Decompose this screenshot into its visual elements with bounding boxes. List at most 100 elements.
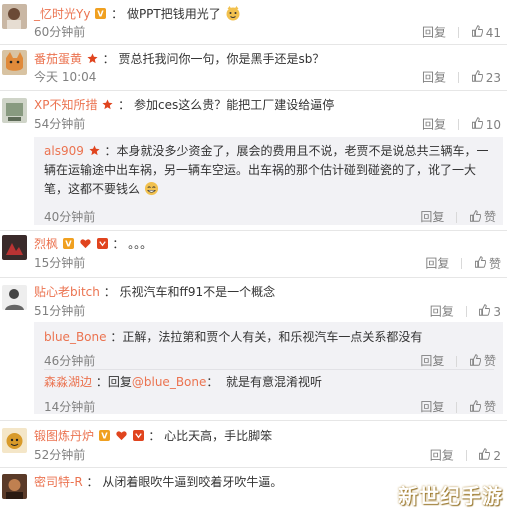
heart-badge-icon [80,238,91,249]
comment-separator: ： [103,285,116,299]
username-link[interactable]: 密司特-R [34,475,83,489]
comment-text: 做PPT把钱用光了 [126,7,221,21]
comment-divider [0,44,507,45]
reply-item: 森淼湖边 ：回复@blue_Bone： 就是有意混淆视听 14分钟前 回复 赞 [44,373,496,414]
comment-separator: ： [110,330,123,344]
comment-separator: ： [206,375,227,389]
username-link[interactable]: XP不知所措 [34,98,97,112]
like-button[interactable]: 10 [471,117,501,132]
reply-button[interactable]: 回复 [422,118,446,132]
thumbs-up-icon [478,448,490,460]
like-button[interactable]: 赞 [474,256,501,271]
like-button[interactable]: 赞 [469,400,496,414]
username-link[interactable]: 森淼湖边 [44,375,92,389]
action-divider [465,450,467,461]
thumbs-up-icon [471,25,483,37]
thumbs-up-icon [471,70,483,82]
comment-text: 贾总托我问你一句，你是黑手还是sb？ [118,52,325,66]
reply-button[interactable]: 回复 [420,354,444,368]
comment-text: 参加ces这么贵？能把工厂建设给逼停 [133,98,335,112]
comment-separator: ： [95,375,108,389]
reply-button[interactable]: 回复 [420,210,444,224]
vip-badge-icon [63,238,74,249]
username-link[interactable]: 锻图炼丹炉 [34,429,94,443]
star-badge-icon [102,99,113,110]
vip-badge-icon [99,430,110,441]
site-watermark: 新世纪手游 [398,484,503,508]
reply-time: 40分钟前 [44,210,96,224]
like-button[interactable]: 23 [471,70,501,85]
reply-button[interactable]: 回复 [422,26,446,40]
comment-time: 60分钟前 [34,25,86,39]
comment-time: 51分钟前 [34,304,86,318]
username-link[interactable]: 贴心老bitch [34,285,100,299]
username-link[interactable]: blue_Bone [44,330,107,344]
thumbs-up-icon [469,210,481,222]
emoji-icon [225,5,241,21]
reply-button[interactable]: 回复 [422,71,446,85]
user-avatar[interactable] [2,4,27,29]
action-divider [456,402,458,413]
like-count: 3 [493,304,501,319]
comment-separator: ： [112,237,125,251]
user-avatar[interactable] [2,428,27,453]
star-badge-icon [87,53,98,64]
comment-divider [0,277,507,278]
comment-time: 52分钟前 [34,448,86,462]
comment-time: 54分钟前 [34,117,86,131]
comment-divider [0,90,507,91]
star-badge-icon [89,145,100,156]
vip-badge-icon [95,8,106,19]
like-button[interactable]: 赞 [469,210,496,224]
like-count: 10 [485,117,501,132]
user-avatar[interactable] [2,98,27,123]
comment-separator: ： [86,475,99,489]
thumbs-up-icon [469,354,481,366]
username-link[interactable]: _忆时光Yy [34,7,90,21]
comment-separator: ： [148,429,161,443]
user-avatar[interactable] [2,235,27,260]
comment-text: 。。。 [128,237,153,251]
username-link[interactable]: 烈枫 [34,237,58,251]
mention-link[interactable]: @blue_Bone [132,375,207,389]
action-divider [465,306,467,317]
like-button[interactable]: 赞 [469,354,496,368]
user-avatar[interactable] [2,474,27,499]
emoji-icon [144,181,159,196]
like-button[interactable]: 3 [478,304,501,319]
thumbs-up-icon [474,256,486,268]
user-avatar[interactable] [2,50,27,75]
action-divider [456,212,458,223]
comment-text: 从闭着眼吹牛逼到咬着牙吹牛逼。 [102,475,283,489]
reply-text: 正解，法拉第和贾个人有关，和乐视汽车一点关系都没有 [122,330,423,344]
like-label: 赞 [488,256,501,271]
user-avatar[interactable] [2,285,27,310]
like-label: 赞 [483,354,496,368]
comment-divider [0,467,507,468]
like-label: 赞 [483,210,496,224]
like-button[interactable]: 2 [478,448,501,463]
like-count: 23 [485,70,501,85]
comment-separator: ： [111,7,124,21]
fan-badge-icon [97,238,108,249]
thumbs-up-icon [478,304,490,316]
reply-button[interactable]: 回复 [425,257,449,271]
reply-button[interactable]: 回复 [420,400,444,414]
comment-separator: ： [104,144,117,158]
comment-divider [0,420,507,421]
reply-time: 46分钟前 [44,354,96,368]
comment-divider [0,230,507,231]
reply-button[interactable]: 回复 [430,449,454,463]
thumbs-up-icon [471,117,483,129]
reply-divider [44,369,494,370]
comment-separator: ： [118,98,131,112]
username-link[interactable]: 番茄蛋黄 [34,52,82,66]
comment-text: 心比天高，手比脚笨 [164,429,273,443]
reply-button[interactable]: 回复 [430,305,454,319]
username-link[interactable]: als909 [44,144,84,158]
fan-badge-icon [133,430,144,441]
action-divider [456,356,458,367]
like-button[interactable]: 41 [471,25,501,40]
heart-badge-icon [116,430,127,441]
reply-item: als909 ：本身就没多少资金了，展会的费用且不说，老贾不是说总共三辆车，一辆… [44,142,496,224]
